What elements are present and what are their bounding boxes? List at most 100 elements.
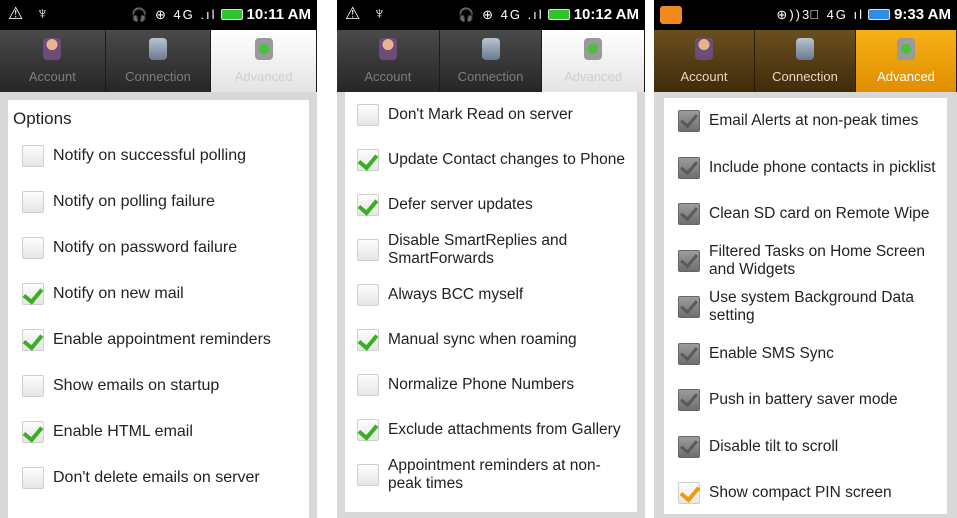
list-item[interactable]: Appointment reminders at non-peak times — [345, 452, 637, 497]
gear-icon — [584, 38, 603, 60]
list-item[interactable]: Notify on password failure — [8, 225, 309, 271]
list-item[interactable]: Disable tilt to scroll — [664, 424, 947, 471]
list-item[interactable]: Clean SD card on Remote Wipe — [664, 191, 947, 238]
tab-account[interactable]: Account — [0, 30, 106, 92]
list-item[interactable]: Always BCC myself — [345, 272, 637, 317]
item-label: Notify on polling failure — [53, 193, 215, 210]
notification-icons: ⚠ ♆ — [8, 4, 53, 23]
list-item[interactable]: Exclude attachments from Gallery — [345, 407, 637, 452]
battery-icon — [547, 9, 570, 20]
checkbox[interactable] — [678, 342, 700, 365]
screen-1: ⚠ ♆ 🎧 ⊕ 4G .ıl 10:11 AM Account Connecti… — [0, 0, 317, 518]
checkbox[interactable] — [357, 238, 379, 261]
list-item[interactable]: Normalize Phone Numbers — [345, 362, 637, 407]
list-item[interactable]: Push in battery saver mode — [664, 377, 947, 424]
clock: 10:11 AM — [246, 6, 311, 23]
list-item[interactable]: Show compact PIN screen — [664, 470, 947, 517]
tab-advanced[interactable]: Advanced — [211, 30, 317, 92]
checkbox[interactable] — [678, 482, 700, 505]
tab-bar: Account Connection Advanced — [654, 30, 957, 92]
checkbox[interactable] — [357, 373, 379, 396]
list-item[interactable]: Enable appointment reminders — [8, 317, 309, 363]
list-item[interactable]: Disable SmartReplies and SmartForwards — [345, 227, 637, 272]
list-item[interactable]: Manual sync when roaming — [345, 317, 637, 362]
clock: 9:33 AM — [894, 6, 951, 23]
tab-connection[interactable]: Connection — [105, 30, 212, 92]
item-label: Notify on password failure — [53, 239, 238, 256]
tab-advanced[interactable]: Advanced — [542, 30, 645, 92]
clock: 10:12 AM — [573, 6, 639, 23]
checkbox[interactable] — [678, 296, 700, 319]
tab-label: Connection — [772, 69, 838, 84]
person-icon — [378, 38, 397, 60]
list-item[interactable]: Use system Background Data setting — [664, 284, 947, 331]
list-item[interactable]: Show emails on startup — [8, 363, 309, 409]
list-item[interactable]: Notify on new mail — [8, 271, 309, 317]
checkbox[interactable] — [678, 203, 700, 226]
checkbox[interactable] — [678, 389, 700, 412]
item-label: Use system Background Data setting — [709, 289, 915, 325]
options-list: Email Alerts at non-peak times Include p… — [664, 98, 947, 514]
list-item[interactable]: Enable SMS Sync — [664, 331, 947, 378]
checkbox[interactable] — [22, 283, 44, 305]
notification-icon — [660, 6, 682, 24]
list-item[interactable]: Don't delete emails on server — [8, 455, 309, 501]
checkbox[interactable] — [357, 283, 379, 306]
screen-2: ⚠ ♆ 🎧 ⊕ 4G .ıl 10:12 AM Account Connecti… — [337, 0, 645, 518]
tab-account[interactable]: Account — [654, 30, 755, 92]
checkbox[interactable] — [22, 421, 44, 443]
battery-icon — [868, 9, 891, 20]
connection-icon — [481, 38, 500, 60]
status-bar: ⊕))3⃞ 4G ıl 9:33 AM — [654, 0, 957, 30]
item-label: Appointment reminders at non-peak times — [388, 456, 601, 492]
battery-icon — [220, 9, 243, 20]
tab-label: Account — [364, 69, 412, 84]
tab-connection[interactable]: Connection — [439, 30, 543, 92]
checkbox[interactable] — [22, 191, 44, 213]
checkbox[interactable] — [22, 329, 44, 351]
checkbox[interactable] — [357, 418, 379, 441]
options-list: Options Notify on successful polling Not… — [8, 100, 309, 518]
checkbox[interactable] — [678, 435, 700, 458]
tab-connection[interactable]: Connection — [755, 30, 856, 92]
list-item[interactable]: Update Contact changes to Phone — [345, 137, 637, 182]
checkbox[interactable] — [22, 145, 44, 167]
tab-account[interactable]: Account — [337, 30, 440, 92]
checkbox[interactable] — [357, 193, 379, 216]
options-list: Don't Mark Read on server Update Contact… — [345, 92, 637, 512]
list-item[interactable]: Defer server updates — [345, 182, 637, 227]
notification-icons: ⚠ ♆ — [345, 4, 390, 23]
item-label: Enable SMS Sync — [709, 344, 834, 362]
checkbox[interactable] — [357, 328, 379, 351]
checkbox[interactable] — [357, 463, 379, 486]
tab-advanced[interactable]: Advanced — [856, 30, 957, 92]
checkbox[interactable] — [22, 467, 44, 489]
checkbox[interactable] — [678, 110, 700, 133]
list-item[interactable]: Include phone contacts in picklist — [664, 145, 947, 192]
checkbox[interactable] — [678, 249, 700, 272]
list-item[interactable]: Email Alerts at non-peak times — [664, 98, 947, 145]
connection-icon — [149, 38, 167, 60]
list-item[interactable]: Notify on polling failure — [8, 179, 309, 225]
list-item[interactable]: Enable HTML email — [8, 409, 309, 455]
item-label: Show compact PIN screen — [709, 484, 892, 502]
item-label: Don't delete emails on server — [53, 469, 260, 486]
list-item[interactable]: Notify on successful polling — [8, 133, 309, 179]
checkbox[interactable] — [22, 375, 44, 397]
connection-icon — [796, 38, 814, 60]
checkbox[interactable] — [22, 237, 44, 259]
tab-label: Connection — [125, 69, 191, 84]
status-bar: ⚠ ♆ 🎧 ⊕ 4G .ıl 10:12 AM — [337, 0, 645, 30]
list-item[interactable]: Don't Mark Read on server — [345, 92, 637, 137]
person-icon — [695, 38, 713, 60]
item-label: Exclude attachments from Gallery — [388, 420, 621, 438]
tab-bar: Account Connection Advanced — [337, 30, 645, 92]
item-label: Include phone contacts in picklist — [709, 158, 936, 176]
item-label: Show emails on startup — [53, 377, 220, 394]
item-label: Always BCC myself — [388, 285, 524, 303]
checkbox[interactable] — [357, 103, 379, 126]
checkbox[interactable] — [678, 156, 700, 179]
checkbox[interactable] — [357, 148, 379, 171]
item-label: Email Alerts at non-peak times — [709, 112, 919, 130]
list-item[interactable]: Filtered Tasks on Home Screen and Widget… — [664, 238, 947, 285]
